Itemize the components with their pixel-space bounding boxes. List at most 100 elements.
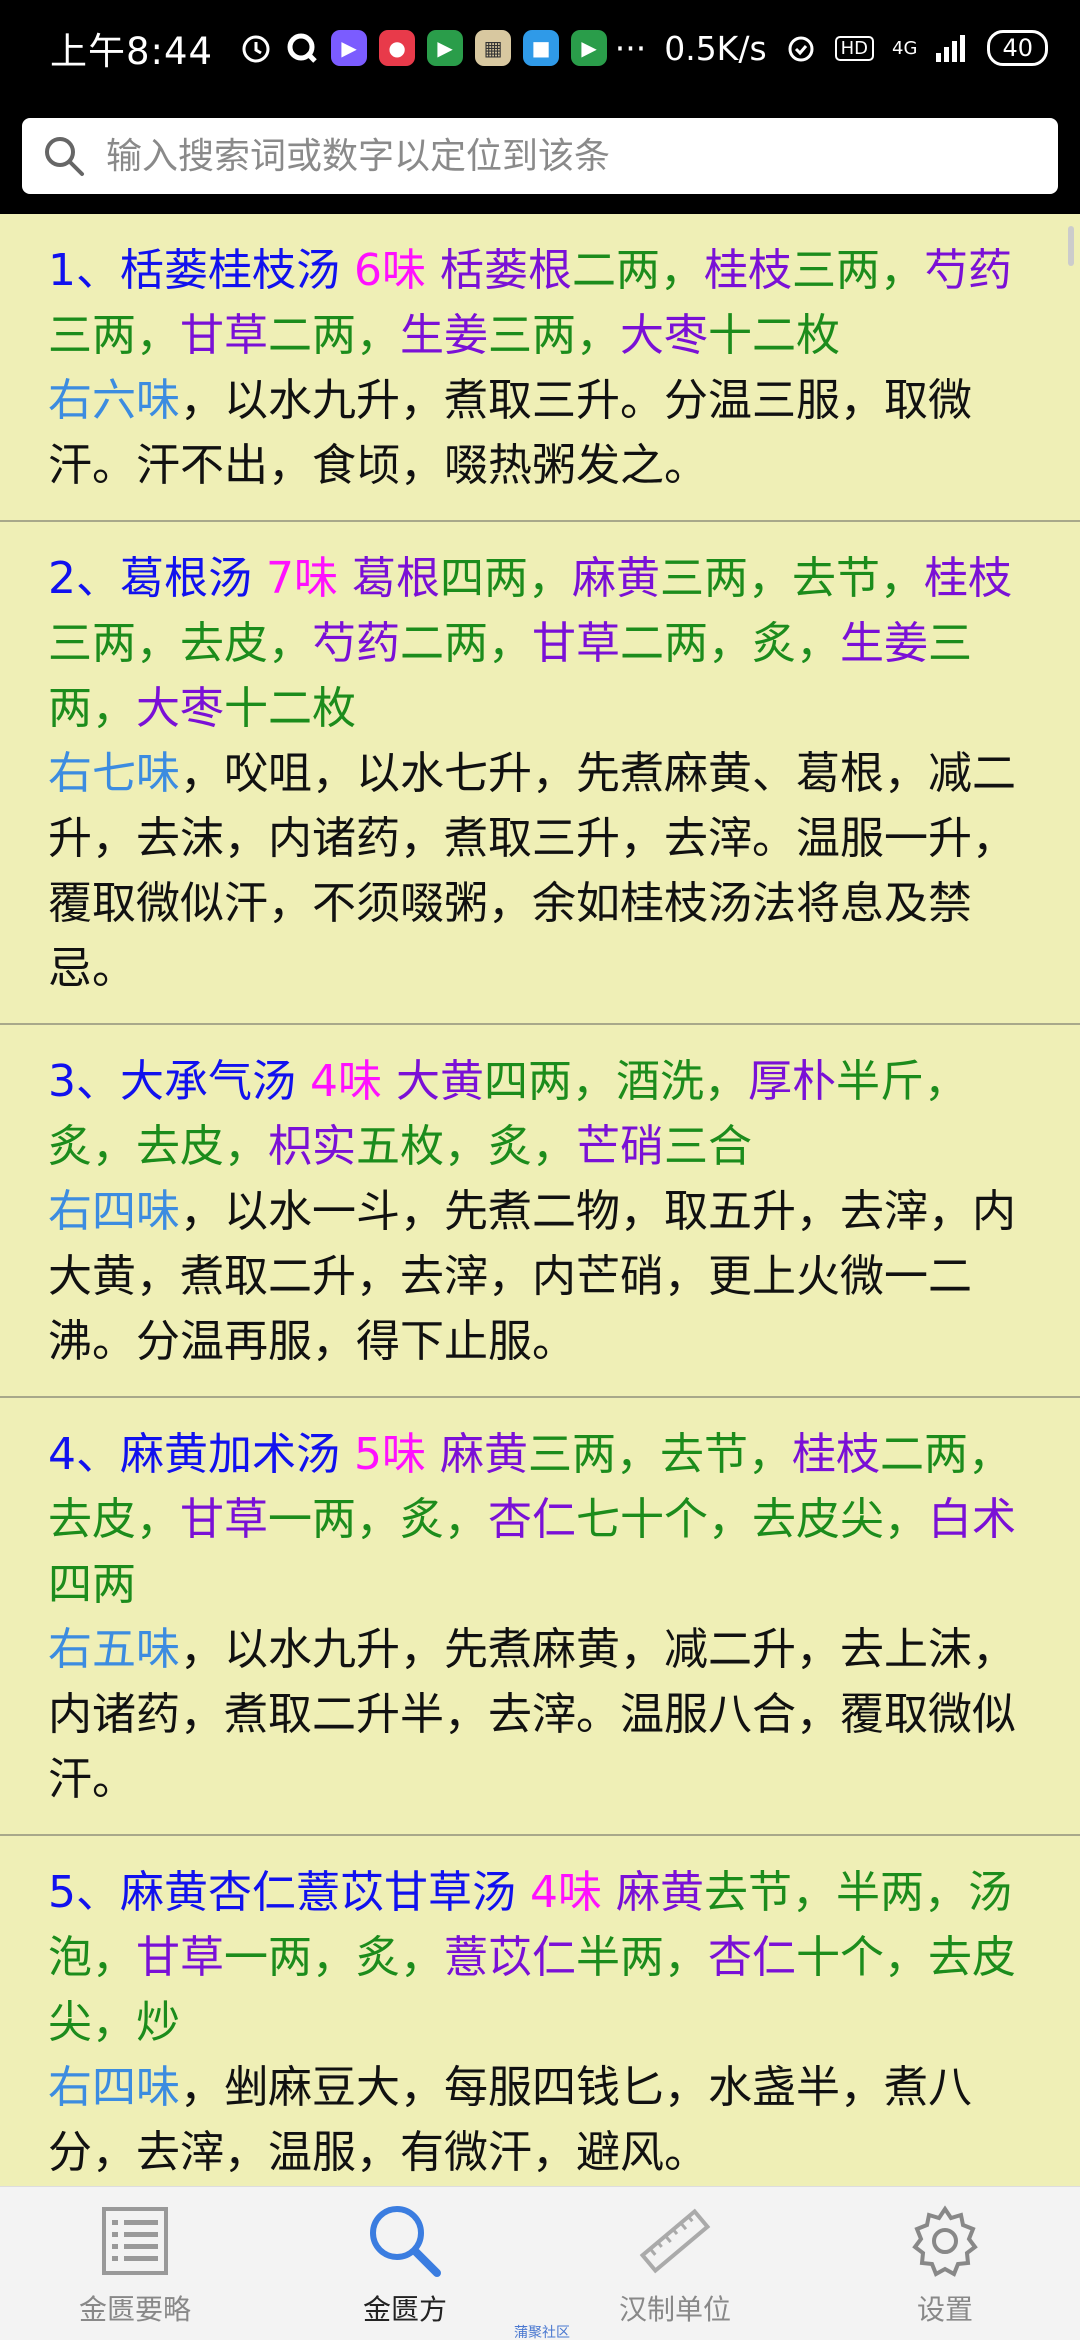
herb-name: 生姜: [840, 618, 928, 669]
herb-dose: 二两，: [268, 310, 400, 361]
nav-label: 设置: [916, 2293, 973, 2326]
nav-label: 金匮方: [362, 2293, 447, 2326]
method-text: ，剉麻豆大，每服四钱匕，水盏半，煮八分，去滓，温服，有微汗，避风。: [48, 2062, 972, 2178]
herb-name: 杏仁: [708, 1932, 796, 1983]
signal-label: 4G: [892, 37, 918, 59]
herb-dose: 十二枚: [708, 310, 840, 361]
recipe-item[interactable]: 3、大承气汤 4味 大黄四两，酒洗，厚朴半斤，炙，去皮，枳实五枚，炙，芒硝三合 …: [0, 1025, 1080, 1398]
herb-dose: 三两，: [792, 245, 924, 296]
list-icon: [102, 2207, 168, 2275]
herb-name: 桂枝: [704, 245, 792, 296]
recipe-list[interactable]: 1、栝蒌桂枝汤 6味 栝蒌根二两，桂枝三两，芍药三两，甘草二两，生姜三两，大枣十…: [0, 214, 1080, 2186]
herb-dose: 四两: [48, 1559, 136, 1610]
alarm-clock-icon: [788, 36, 814, 62]
net-speed: 0.5K/s: [664, 28, 767, 68]
reader-app-icon: ▦: [475, 30, 512, 66]
nav-label: 金匮要略: [78, 2293, 191, 2326]
recipe-title: 3、大承气汤: [48, 1056, 296, 1107]
herb-dose: 三两，: [48, 310, 180, 361]
method-text: ，以水九升，先煮麻黄，减二升，去上沫，内诸药，煮取二升半，去滓。温服八合，覆取微…: [48, 1624, 1016, 1805]
more-dots-icon: ···: [614, 28, 647, 68]
recipe-count: 6味: [354, 245, 426, 296]
nav-item-jingui-yaolue[interactable]: 金匮要略: [0, 2187, 270, 2340]
herb-dose: 十二枚: [224, 683, 356, 734]
search-icon: [370, 2206, 441, 2277]
method-text: ，㕮咀，以水七升，先煮麻黄、葛根，减二升，去沫，内诸药，煮取三升，去滓。温服一升…: [48, 748, 1016, 994]
herb-name: 大枣: [136, 683, 224, 734]
herb-name: 生姜: [400, 310, 488, 361]
herb-dose: 三两，去皮，: [48, 618, 312, 669]
search-header: [0, 96, 1080, 214]
herb-name: 麻黄: [616, 1867, 704, 1918]
music-app-icon: ●: [379, 30, 416, 66]
recipe-title: 2、葛根汤: [48, 553, 252, 604]
scrollbar[interactable]: [1068, 226, 1074, 266]
herb-name: 大枣: [620, 310, 708, 361]
nav-item-hanzhi-danwei[interactable]: 汉制单位: [540, 2187, 810, 2340]
herb-dose: 五枚，炙，: [356, 1121, 576, 1172]
watermark: 蒲聚社区: [514, 2325, 570, 2340]
play-store-icon-2: ▶: [571, 30, 608, 66]
herb-name: 栝蒌根: [440, 245, 572, 296]
signal-icon: [936, 35, 966, 62]
herb-name: 芍药: [924, 245, 1012, 296]
herb-name: 薏苡仁: [444, 1932, 576, 1983]
herb-name: 杏仁: [488, 1494, 576, 1545]
herb-dose: 四两，: [440, 553, 572, 604]
recipe-item[interactable]: 4、麻黄加术汤 5味 麻黄三两，去节，桂枝二两，去皮，甘草一两，炙，杏仁七十个，…: [0, 1398, 1080, 1836]
recipe-count: 7味: [266, 553, 338, 604]
recipe-item[interactable]: 1、栝蒌桂枝汤 6味 栝蒌根二两，桂枝三两，芍药三两，甘草二两，生姜三两，大枣十…: [0, 214, 1080, 522]
recipe-count: 4味: [530, 1867, 602, 1918]
herb-name: 厚朴: [748, 1056, 836, 1107]
status-time: 上午8:44: [50, 30, 214, 73]
herb-name: 桂枝: [924, 553, 1012, 604]
herb-name: 甘草: [180, 310, 268, 361]
herb-dose: 三合: [664, 1121, 752, 1172]
herb-dose: 二两，: [400, 618, 532, 669]
search-icon: [45, 137, 84, 176]
herb-name: 甘草: [136, 1932, 224, 1983]
herb-dose: 三两，去节，: [528, 1429, 792, 1480]
search-input[interactable]: [106, 135, 1058, 177]
herb-dose: 半两，: [576, 1932, 708, 1983]
herb-name: 芍药: [312, 618, 400, 669]
method-count: 右四味: [48, 1186, 180, 1237]
gear-icon: [912, 2205, 978, 2277]
herb-name: 葛根: [352, 553, 440, 604]
recipe-item[interactable]: 2、葛根汤 7味 葛根四两，麻黄三两，去节，桂枝三两，去皮，芍药二两，甘草二两，…: [0, 522, 1080, 1025]
ruler-icon: [639, 2208, 711, 2274]
method-count: 右五味: [48, 1624, 180, 1675]
bottom-nav: 金匮要略 金匮方 汉制单位 设置: [0, 2186, 1080, 2340]
herb-dose: 七十个，去皮尖，: [576, 1494, 928, 1545]
method-text: ，以水九升，煮取三升。分温三服，取微汗。汗不出，食顷，啜热粥发之。: [48, 375, 972, 491]
herb-name: 枳实: [268, 1121, 356, 1172]
herb-name: 甘草: [532, 618, 620, 669]
video-app-icon: ▶: [331, 30, 368, 66]
method-count: 右七味: [48, 748, 180, 799]
status-right: ··· 0.5K/s HD 4G 40: [615, 29, 1048, 68]
alarm-icon: [242, 35, 270, 63]
herb-dose: 四两，酒洗，: [484, 1056, 748, 1107]
nav-item-jingui-fang[interactable]: 金匮方: [270, 2187, 540, 2340]
herb-dose: 二两，: [572, 245, 704, 296]
herb-name: 大黄: [396, 1056, 484, 1107]
herb-name: 甘草: [180, 1494, 268, 1545]
battery-icon: 40: [987, 30, 1048, 66]
herb-name: 芒硝: [576, 1121, 664, 1172]
method-count: 右四味: [48, 2062, 180, 2113]
search-box[interactable]: [22, 118, 1058, 194]
hd-icon: HD: [834, 35, 875, 61]
recipe-title: 5、麻黄杏仁薏苡甘草汤: [48, 1867, 516, 1918]
blue-app-icon: ■: [523, 30, 560, 66]
herb-dose: 三两，去节，: [660, 553, 924, 604]
recipe-item[interactable]: 5、麻黄杏仁薏苡甘草汤 4味 麻黄去节，半两，汤泡，甘草一两，炙，薏苡仁半两，杏…: [0, 1836, 1080, 2186]
play-store-icon: ▶: [427, 30, 464, 66]
nav-item-settings[interactable]: 设置: [810, 2187, 1080, 2340]
herb-dose: 二两，炙，: [620, 618, 840, 669]
recipe-title: 4、麻黄加术汤: [48, 1429, 340, 1480]
recipe-title: 1、栝蒌桂枝汤: [48, 245, 340, 296]
herb-name: 麻黄: [572, 553, 660, 604]
method-text: ，以水一斗，先煮二物，取五升，去滓，内大黄，煮取二升，去滓，内芒硝，更上火微一二…: [48, 1186, 1016, 1367]
status-app-icons: ▶ ● ▶ ▦ ■ ▶: [239, 30, 608, 66]
herb-dose: 三两，: [488, 310, 620, 361]
